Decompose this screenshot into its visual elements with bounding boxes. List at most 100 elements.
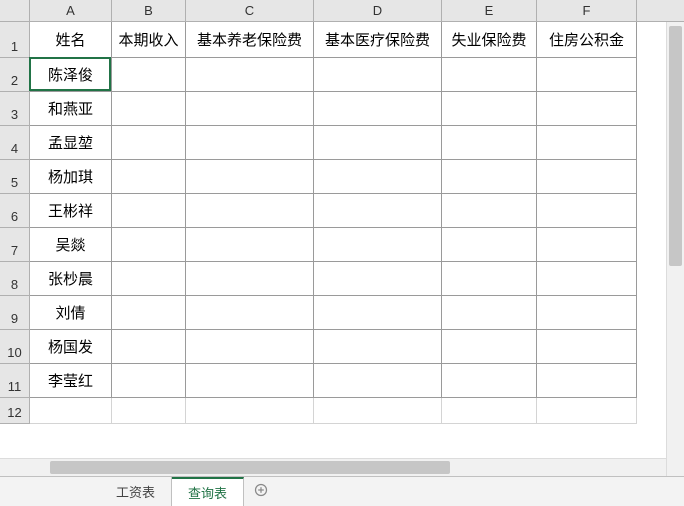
cell-E1[interactable]: 失业保险费 [442,22,537,58]
cell-A9[interactable]: 刘倩 [30,296,112,330]
row-header-11[interactable]: 11 [0,364,30,398]
cell-B12[interactable] [112,398,186,424]
cell-F11[interactable] [537,364,637,398]
row-header-2[interactable]: 2 [0,58,30,92]
cell-D10[interactable] [314,330,442,364]
cell-B9[interactable] [112,296,186,330]
cell-F8[interactable] [537,262,637,296]
cell-C2[interactable] [186,58,314,92]
cell-C4[interactable] [186,126,314,160]
cell-E10[interactable] [442,330,537,364]
cell-C12[interactable] [186,398,314,424]
cell-D11[interactable] [314,364,442,398]
cell-B6[interactable] [112,194,186,228]
cell-A11[interactable]: 李莹红 [30,364,112,398]
cell-C11[interactable] [186,364,314,398]
cell-A7[interactable]: 吴燚 [30,228,112,262]
cell-A10[interactable]: 杨国发 [30,330,112,364]
row-header-8[interactable]: 8 [0,262,30,296]
cell-A8[interactable]: 张杪晨 [30,262,112,296]
cell-F12[interactable] [537,398,637,424]
vertical-scrollbar[interactable] [666,22,684,476]
cell-E6[interactable] [442,194,537,228]
cell-A1[interactable]: 姓名 [30,22,112,58]
cell-B5[interactable] [112,160,186,194]
cell-E5[interactable] [442,160,537,194]
cell-F2[interactable] [537,58,637,92]
row-header-9[interactable]: 9 [0,296,30,330]
cell-D12[interactable] [314,398,442,424]
select-all-corner[interactable] [0,0,30,21]
cell-B1[interactable]: 本期收入 [112,22,186,58]
row-header-1[interactable]: 1 [0,22,30,58]
cell-E3[interactable] [442,92,537,126]
horizontal-scroll-thumb[interactable] [50,461,450,474]
col-header-C[interactable]: C [186,0,314,21]
row-header-10[interactable]: 10 [0,330,30,364]
cell-B3[interactable] [112,92,186,126]
cell-D2[interactable] [314,58,442,92]
add-sheet-button[interactable] [244,477,278,506]
cell-B8[interactable] [112,262,186,296]
cell-B7[interactable] [112,228,186,262]
grid-body: 1 姓名 本期收入 基本养老保险费 基本医疗保险费 失业保险费 住房公积金 2 … [0,22,684,424]
cell-C5[interactable] [186,160,314,194]
col-header-F[interactable]: F [537,0,637,21]
cell-A3[interactable]: 和燕亚 [30,92,112,126]
cell-E11[interactable] [442,364,537,398]
row-header-3[interactable]: 3 [0,92,30,126]
cell-A12[interactable] [30,398,112,424]
cell-F5[interactable] [537,160,637,194]
cell-C6[interactable] [186,194,314,228]
row-header-4[interactable]: 4 [0,126,30,160]
cell-E9[interactable] [442,296,537,330]
col-header-B[interactable]: B [112,0,186,21]
row-header-12[interactable]: 12 [0,398,30,424]
cell-B10[interactable] [112,330,186,364]
cell-D9[interactable] [314,296,442,330]
row-header-6[interactable]: 6 [0,194,30,228]
cell-C3[interactable] [186,92,314,126]
cell-F4[interactable] [537,126,637,160]
cell-E8[interactable] [442,262,537,296]
cell-A4[interactable]: 孟显堃 [30,126,112,160]
cell-D6[interactable] [314,194,442,228]
cell-D7[interactable] [314,228,442,262]
vertical-scroll-thumb[interactable] [669,26,682,266]
col-header-A[interactable]: A [30,0,112,21]
horizontal-scrollbar[interactable] [0,458,666,476]
cell-C9[interactable] [186,296,314,330]
cell-E7[interactable] [442,228,537,262]
cell-F10[interactable] [537,330,637,364]
cell-A5[interactable]: 杨加琪 [30,160,112,194]
cell-C10[interactable] [186,330,314,364]
cell-D3[interactable] [314,92,442,126]
cell-F9[interactable] [537,296,637,330]
cell-C7[interactable] [186,228,314,262]
cell-E2[interactable] [442,58,537,92]
grid-area: A B C D E F 1 姓名 本期收入 基本养老保险费 基本医疗保险费 失业… [0,0,684,458]
cell-A2[interactable]: 陈泽俊 [30,58,112,92]
cell-E4[interactable] [442,126,537,160]
cell-B11[interactable] [112,364,186,398]
col-header-E[interactable]: E [442,0,537,21]
cell-E12[interactable] [442,398,537,424]
col-header-D[interactable]: D [314,0,442,21]
cell-D8[interactable] [314,262,442,296]
row-header-5[interactable]: 5 [0,160,30,194]
cell-F3[interactable] [537,92,637,126]
cell-B4[interactable] [112,126,186,160]
sheet-tab-salary[interactable]: 工资表 [100,477,172,506]
cell-F6[interactable] [537,194,637,228]
row-header-7[interactable]: 7 [0,228,30,262]
sheet-tab-query[interactable]: 查询表 [172,477,244,506]
cell-C8[interactable] [186,262,314,296]
cell-A6[interactable]: 王彬祥 [30,194,112,228]
cell-C1[interactable]: 基本养老保险费 [186,22,314,58]
cell-F1[interactable]: 住房公积金 [537,22,637,58]
cell-D1[interactable]: 基本医疗保险费 [314,22,442,58]
cell-D5[interactable] [314,160,442,194]
cell-D4[interactable] [314,126,442,160]
cell-F7[interactable] [537,228,637,262]
cell-B2[interactable] [112,58,186,92]
